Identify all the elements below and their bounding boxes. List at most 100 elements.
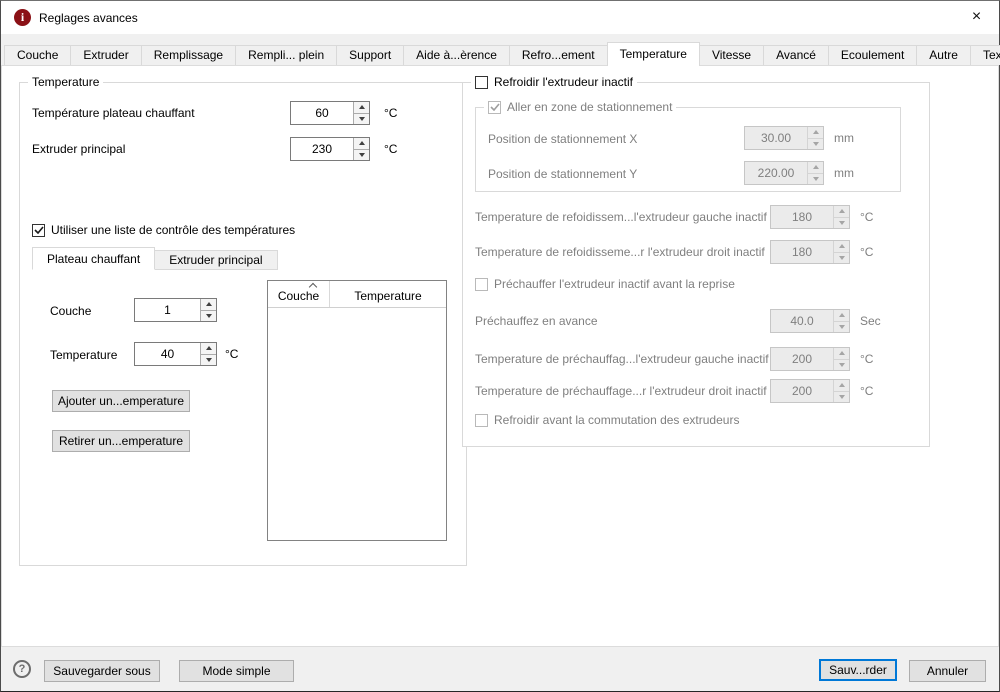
list-temperature-label: Temperature [50,348,118,362]
preheat-right-unit: °C [860,384,874,398]
park-x-spinner[interactable]: 30.00 [744,126,824,150]
spin-down-icon[interactable] [354,113,369,124]
spin-down-icon[interactable] [834,252,849,263]
spin-down-icon[interactable] [834,359,849,370]
preheat-right-spinner[interactable]: 200 [770,379,850,403]
title-bar: i Reglages avances × [1,1,999,34]
save-as-button[interactable]: Sauvegarder sous [44,660,160,682]
main-extruder-spinner[interactable]: 230 [290,137,370,161]
layer-label: Couche [50,304,92,318]
list-temperature-spinner[interactable]: 40 [134,342,217,366]
tab-couche[interactable]: Couche [4,45,72,65]
layer-value: 1 [164,303,171,317]
spin-down-icon[interactable] [201,310,216,321]
spin-up-icon[interactable] [834,348,849,360]
tab-refroidissement[interactable]: Refro...ement [508,45,608,65]
spin-up-icon[interactable] [354,102,369,114]
park-zone-label: Aller en zone de stationnement [507,100,673,114]
tab-temperature[interactable]: Temperature [606,42,700,66]
spin-up-icon[interactable] [834,241,849,253]
cancel-button[interactable]: Annuler [909,660,986,682]
cool-inactive-extruder-groupbox: Refroidir l'extrudeur inactif Aller en z… [462,75,930,447]
spin-up-icon[interactable] [808,127,823,139]
tab-autre[interactable]: Autre [916,45,971,65]
checkbox-unchecked-icon[interactable] [475,277,488,291]
spin-down-icon[interactable] [834,321,849,332]
column-header-couche[interactable]: Couche [268,281,330,307]
spin-up-icon[interactable] [834,310,849,322]
tab-avance[interactable]: Avancé [763,45,829,65]
spin-buttons [833,380,849,402]
cool-left-value: 180 [791,210,813,224]
help-icon[interactable]: ? [13,660,31,678]
park-zone-checkbox[interactable] [488,100,501,114]
list-temperature-value: 40 [160,347,175,361]
column-header-temperature[interactable]: Temperature [330,281,446,307]
park-x-label: Position de stationnement X [488,132,638,146]
spin-buttons [200,343,216,365]
cool-left-label: Temperature de refoidissem...l'extrudeur… [475,210,767,224]
checkbox-unchecked-icon[interactable] [475,413,488,427]
spin-up-icon[interactable] [808,162,823,174]
spin-buttons [807,162,823,184]
preheat-right-value: 200 [791,384,813,398]
spin-buttons [353,138,369,160]
bed-temperature-spinner[interactable]: 60 [290,101,370,125]
spin-up-icon[interactable] [834,206,849,218]
simple-mode-button[interactable]: Mode simple [179,660,294,682]
subtab-plateau-chauffant[interactable]: Plateau chauffant [32,247,156,270]
spin-up-icon[interactable] [201,343,216,355]
cool-right-unit: °C [860,245,874,259]
cool-right-spinner[interactable]: 180 [770,240,850,264]
settings-tab-bar: Couche Extruder Remplissage Rempli... pl… [1,34,1000,66]
temperature-list-table[interactable]: Couche Temperature [267,280,447,541]
spin-down-icon[interactable] [834,391,849,402]
add-temperature-button[interactable]: Ajouter un...emperature [52,390,190,412]
cool-before-switch-checkbox[interactable]: Refroidir avant la commutation des extru… [475,413,739,427]
preheat-time-spinner[interactable]: 40.0 [770,309,850,333]
tab-vitesse[interactable]: Vitesse [698,45,765,65]
preheat-inactive-checkbox[interactable]: Préchauffer l'extrudeur inactif avant la… [475,277,735,291]
park-y-unit: mm [834,166,854,180]
cool-right-value: 180 [791,245,813,259]
tab-ecoulement[interactable]: Ecoulement [827,45,918,65]
spin-up-icon[interactable] [201,299,216,311]
tab-aide-adherence[interactable]: Aide à...èrence [403,45,510,65]
use-temperature-list-checkbox[interactable]: Utiliser une liste de contrôle des tempé… [32,223,295,237]
park-zone-groupbox: Aller en zone de stationnement Position … [475,100,901,192]
park-y-label: Position de stationnement Y [488,167,638,181]
close-icon[interactable]: × [954,1,999,32]
preheat-left-value: 200 [791,352,813,366]
park-y-spinner[interactable]: 220.00 [744,161,824,185]
tab-support[interactable]: Support [336,45,405,65]
app-logo-icon: i [14,9,31,26]
tab-extruder[interactable]: Extruder [70,45,142,65]
tab-remplissage-plein[interactable]: Rempli... plein [235,45,338,65]
cool-left-spinner[interactable]: 180 [770,205,850,229]
checkbox-checked-icon[interactable] [32,223,45,237]
preheat-inactive-label: Préchauffer l'extrudeur inactif avant la… [494,277,735,291]
remove-temperature-button[interactable]: Retirer un...emperature [52,430,190,452]
spin-up-icon[interactable] [354,138,369,150]
spin-down-icon[interactable] [808,173,823,184]
preheat-left-label: Temperature de préchauffag...l'extrudeur… [475,352,769,366]
layer-spinner[interactable]: 1 [134,298,217,322]
bed-temperature-value: 60 [315,106,329,120]
spin-down-icon[interactable] [201,354,216,365]
spin-down-icon[interactable] [808,138,823,149]
save-button[interactable]: Sauv...rder [819,659,897,681]
tab-remplissage[interactable]: Remplissage [140,45,237,65]
subtab-extruder-principal[interactable]: Extruder principal [154,250,278,270]
spin-buttons [833,206,849,228]
tab-texture[interactable]: Texture [969,45,1000,65]
cool-inactive-extruder-checkbox[interactable] [475,75,488,89]
main-extruder-value: 230 [311,142,333,156]
use-temperature-list-label: Utiliser une liste de contrôle des tempé… [51,223,296,237]
preheat-right-label: Temperature de préchauffage...r l'extrud… [475,384,767,398]
spin-down-icon[interactable] [834,217,849,228]
spin-up-icon[interactable] [834,380,849,392]
spin-down-icon[interactable] [354,149,369,160]
preheat-left-unit: °C [860,352,874,366]
preheat-left-spinner[interactable]: 200 [770,347,850,371]
preheat-time-unit: Sec [860,314,881,328]
